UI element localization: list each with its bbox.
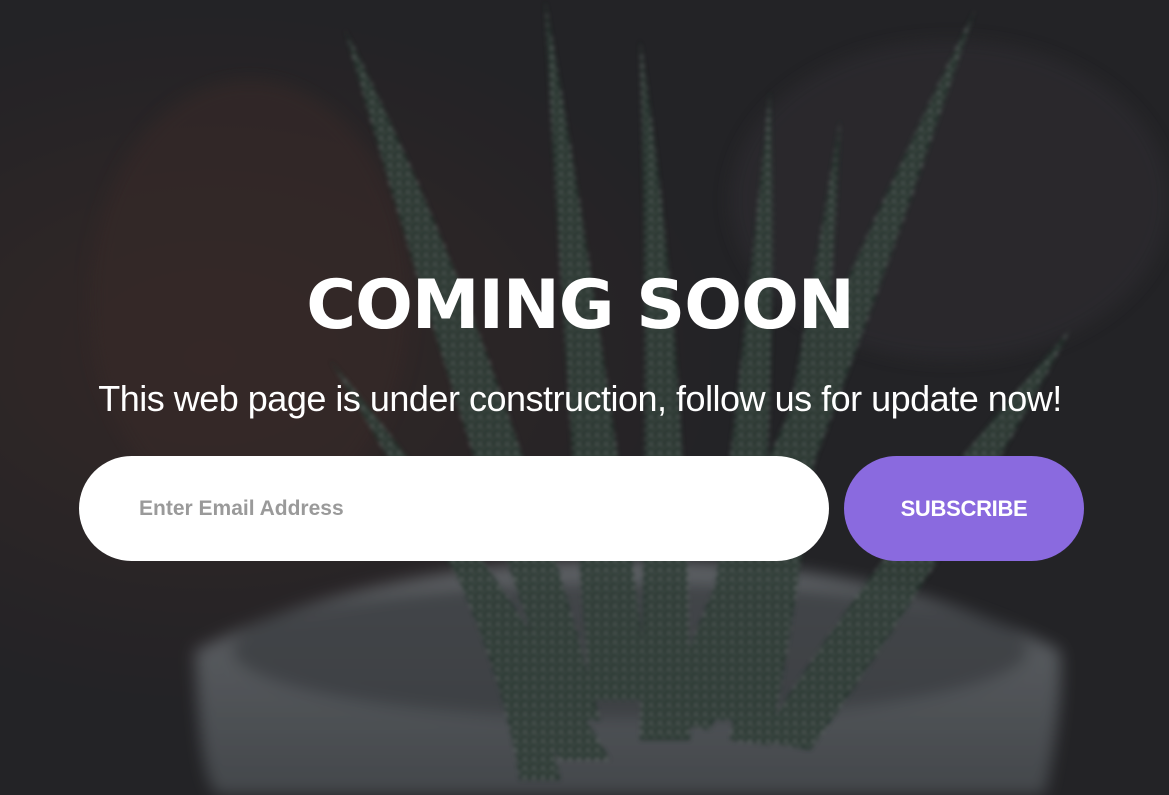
coming-soon-section: COMING SOON This web page is under const… (0, 0, 1169, 795)
subscribe-button[interactable]: SUBSCRIBE (844, 456, 1084, 561)
email-input[interactable] (79, 456, 829, 561)
subscribe-form: SUBSCRIBE (79, 456, 1084, 561)
page-subtitle: This web page is under construction, fol… (98, 378, 1062, 419)
page-title: COMING SOON (306, 265, 855, 345)
